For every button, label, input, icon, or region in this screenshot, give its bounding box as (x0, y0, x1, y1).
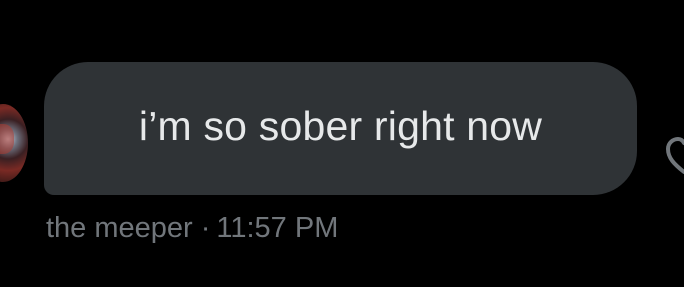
message-timestamp: 11:57 PM (216, 212, 339, 244)
avatar-image (0, 124, 14, 154)
message-bubble[interactable]: i’m so sober right now (44, 62, 637, 195)
sender-name: the meeper (46, 212, 193, 244)
dm-conversation-view: i’m so sober right now the meeper · 11:57 … (0, 0, 684, 287)
sender-avatar[interactable] (0, 104, 28, 182)
message-meta: the meeper · 11:57 PM (46, 212, 338, 245)
message-text: i’m so sober right now (138, 103, 543, 149)
meta-separator: · (200, 212, 211, 244)
heart-icon[interactable] (664, 134, 684, 178)
